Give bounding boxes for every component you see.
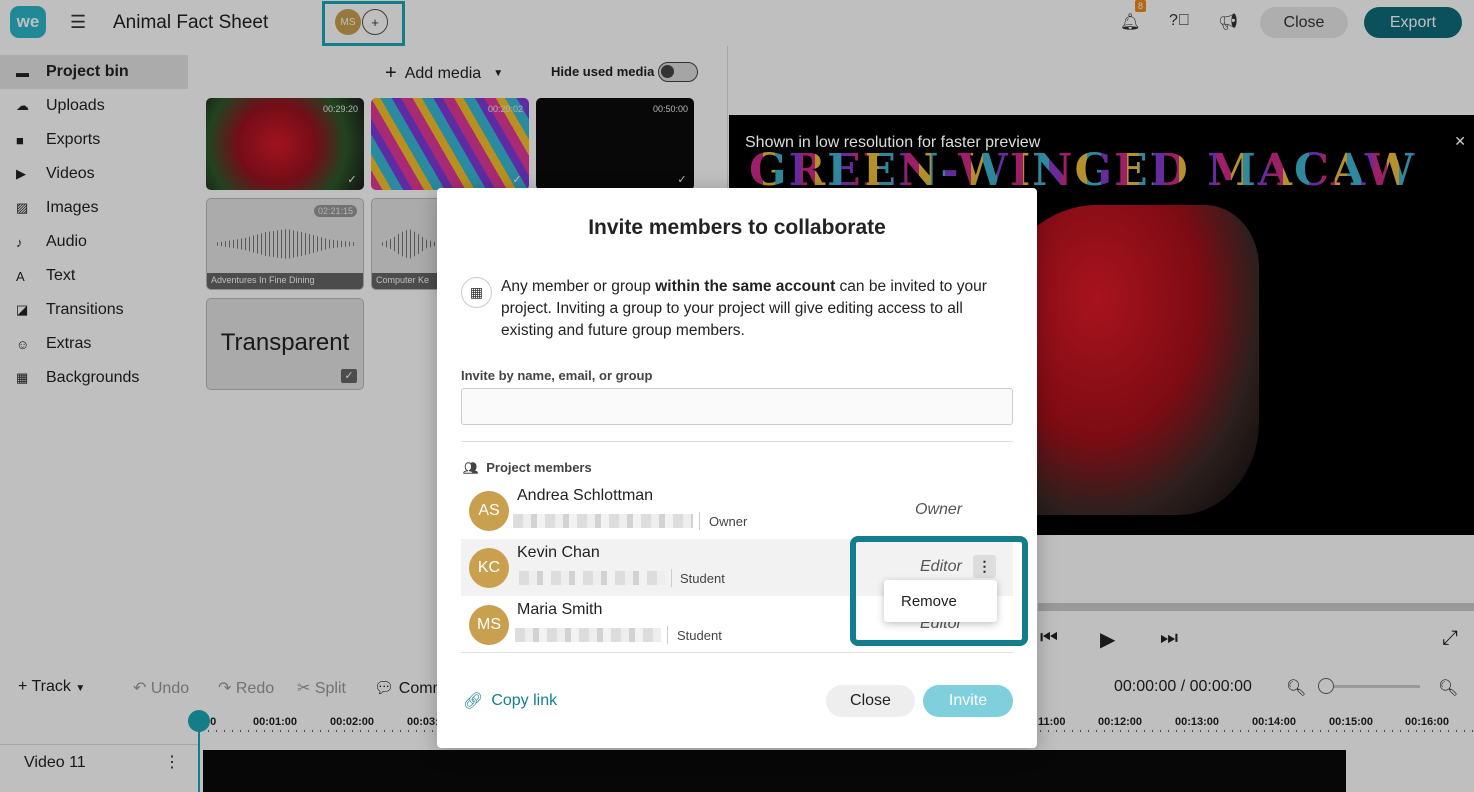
avatar: KC — [469, 548, 509, 588]
member-permission[interactable]: Editor — [920, 558, 962, 576]
separator — [671, 569, 672, 587]
divider — [461, 441, 1013, 442]
copy-link-button[interactable]: 🔗︎ Copy link — [463, 691, 557, 711]
invite-field-label: Invite by name, email, or group — [461, 368, 653, 383]
member-role: Owner — [709, 514, 748, 529]
member-options-menu: Remove — [884, 580, 997, 622]
avatar: AS — [469, 491, 509, 531]
separator — [667, 626, 668, 644]
members-heading-label: Project members — [486, 460, 592, 475]
info-text-part: Any member or group — [501, 278, 656, 295]
close-dialog-button[interactable]: Close — [826, 685, 915, 717]
member-email-redacted — [519, 571, 665, 585]
member-name: Andrea Schlottman — [517, 487, 654, 504]
member-row: AS Andrea Schlottman Owner Owner — [461, 482, 1013, 539]
people-icon: 👥︎ — [463, 460, 479, 475]
member-name: Maria Smith — [517, 601, 603, 618]
divider — [461, 652, 1013, 653]
separator — [699, 512, 700, 530]
member-permission: Owner — [915, 501, 963, 518]
building-icon: ▦ — [461, 277, 492, 308]
members-heading: 👥︎ Project members — [463, 460, 592, 475]
dialog-info-text: Any member or group within the same acco… — [501, 276, 1011, 342]
preview-note: Shown in low resolution for faster previ… — [745, 134, 1041, 151]
member-name: Kevin Chan — [517, 544, 600, 561]
info-text-bold: within the same account — [655, 278, 836, 295]
invite-button[interactable]: Invite — [923, 685, 1013, 717]
member-role: Student — [680, 571, 725, 586]
member-email-redacted — [515, 628, 661, 642]
invite-dialog: Invite members to collaborate ▦ Any memb… — [437, 188, 1037, 748]
member-email-redacted — [513, 514, 693, 528]
close-icon[interactable]: ✕ — [1454, 133, 1466, 150]
dialog-title: Invite members to collaborate — [588, 216, 886, 239]
copy-link-label: Copy link — [491, 692, 558, 709]
avatar: MS — [469, 605, 509, 645]
member-role: Student — [677, 628, 722, 643]
remove-member-menu-item[interactable]: Remove — [901, 593, 957, 610]
link-icon: 🔗︎ — [463, 693, 484, 710]
invite-input[interactable] — [461, 388, 1013, 425]
member-more-icon[interactable]: ⋮ — [973, 555, 996, 578]
